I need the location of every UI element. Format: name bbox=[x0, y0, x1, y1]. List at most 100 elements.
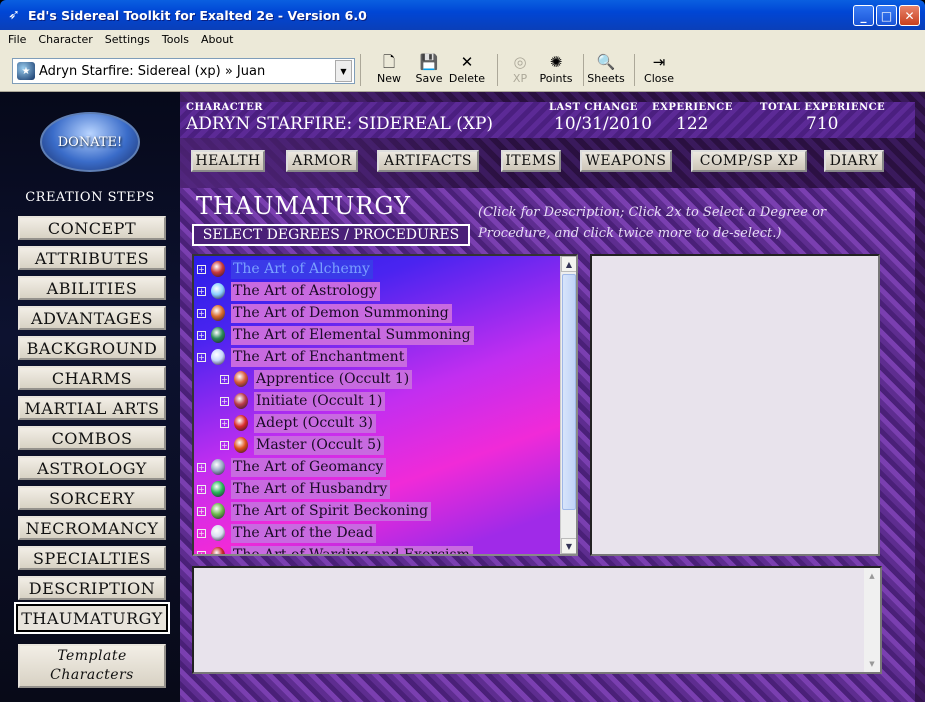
donate-button[interactable]: DONATE! bbox=[40, 112, 140, 172]
tab-artifacts[interactable]: ARTIFACTS bbox=[377, 150, 479, 172]
step-martial-arts[interactable]: MARTIAL ARTS bbox=[18, 396, 166, 420]
menu-character[interactable]: Character bbox=[32, 33, 98, 46]
expand-icon[interactable]: + bbox=[197, 330, 206, 340]
tree-item[interactable]: + The Art of the Dead bbox=[197, 522, 377, 544]
xp-button[interactable]: ◎ XP bbox=[502, 52, 538, 88]
expand-icon[interactable]: + bbox=[197, 506, 206, 516]
expand-icon[interactable]: + bbox=[197, 264, 206, 274]
character-name: ADRYN STARFIRE: SIDEREAL (XP) bbox=[186, 114, 494, 134]
close-button[interactable]: ✕ bbox=[899, 5, 920, 26]
scroll-down-icon[interactable]: ▼ bbox=[561, 538, 576, 554]
new-button[interactable]: 🗋 New bbox=[371, 52, 407, 88]
menu-about[interactable]: About bbox=[195, 33, 240, 46]
tree-item[interactable]: + The Art of Warding and Exorcism bbox=[197, 544, 473, 554]
step-charms[interactable]: CHARMS bbox=[18, 366, 166, 390]
select-degrees-button[interactable]: SELECT DEGREES / PROCEDURES bbox=[192, 224, 470, 246]
main-area: DONATE! CREATION STEPS CONCEPT ATTRIBUTES… bbox=[0, 92, 925, 702]
menu-tools[interactable]: Tools bbox=[156, 33, 195, 46]
expand-icon[interactable]: + bbox=[197, 484, 206, 494]
scroll-down-icon[interactable]: ▼ bbox=[865, 657, 879, 671]
step-combos[interactable]: COMBOS bbox=[18, 426, 166, 450]
step-sorcery[interactable]: SORCERY bbox=[18, 486, 166, 510]
tree-content: + The Art of Alchemy + The Art of Astrology… bbox=[194, 256, 562, 554]
step-necromancy[interactable]: NECROMANCY bbox=[18, 516, 166, 540]
step-thaumaturgy[interactable]: THAUMATURGY bbox=[14, 602, 170, 634]
tab-bar: HEALTH ARMOR ARTIFACTS ITEMS WEAPONS COM… bbox=[180, 140, 915, 186]
tab-armor[interactable]: ARMOR bbox=[286, 150, 358, 172]
close-door-icon: ⇥ bbox=[652, 53, 666, 71]
menu-file[interactable]: File bbox=[2, 33, 32, 46]
tree-item[interactable]: + The Art of Spirit Beckoning bbox=[197, 500, 432, 522]
expand-icon[interactable]: + bbox=[197, 308, 206, 318]
maximize-button[interactable]: □ bbox=[876, 5, 897, 26]
expand-icon[interactable]: + bbox=[197, 550, 206, 554]
chevron-down-icon[interactable]: ▼ bbox=[335, 60, 352, 82]
toolbar-button-label: Points bbox=[539, 72, 573, 85]
expand-icon[interactable]: + bbox=[220, 374, 229, 384]
tab-health[interactable]: HEALTH bbox=[191, 150, 265, 172]
tree-subitem[interactable]: + Adept (Occult 3) bbox=[220, 412, 376, 434]
gem-icon bbox=[211, 525, 225, 541]
notes-textarea[interactable]: ▲ ▼ bbox=[192, 566, 882, 674]
menu-settings[interactable]: Settings bbox=[99, 33, 156, 46]
character-select[interactable]: ★ Adryn Starfire: Sidereal (xp) » Juan ▼ bbox=[12, 58, 355, 84]
toolbar: ★ Adryn Starfire: Sidereal (xp) » Juan ▼… bbox=[0, 48, 925, 92]
gem-icon bbox=[211, 349, 225, 365]
template-label-line2: Characters bbox=[50, 667, 134, 683]
expand-icon[interactable]: + bbox=[197, 286, 206, 296]
expand-icon[interactable]: + bbox=[197, 352, 206, 362]
thaumaturgy-tree[interactable]: + The Art of Alchemy + The Art of Astrology… bbox=[192, 254, 578, 556]
experience-label: EXPERIENCE bbox=[652, 102, 733, 113]
tree-item[interactable]: + The Art of Geomancy bbox=[197, 456, 387, 478]
tree-item[interactable]: + The Art of Astrology bbox=[197, 280, 380, 302]
step-abilities[interactable]: ABILITIES bbox=[18, 276, 166, 300]
title-bar: ➶ Ed's Sidereal Toolkit for Exalted 2e -… bbox=[0, 0, 925, 30]
expand-icon[interactable]: + bbox=[220, 418, 229, 428]
scroll-up-icon[interactable]: ▲ bbox=[865, 569, 879, 583]
close-button[interactable]: ⇥ Close bbox=[641, 52, 677, 88]
tree-item[interactable]: + The Art of Alchemy bbox=[197, 258, 373, 280]
tab-diary[interactable]: DIARY bbox=[824, 150, 884, 172]
notes-scrollbar[interactable]: ▲ ▼ bbox=[864, 568, 880, 672]
step-description[interactable]: DESCRIPTION bbox=[18, 576, 166, 600]
tree-scrollbar[interactable]: ▲ ▼ bbox=[560, 256, 576, 554]
last-change-label: LAST CHANGE bbox=[549, 102, 638, 113]
scroll-up-icon[interactable]: ▲ bbox=[561, 256, 576, 272]
toolbar-button-label: XP bbox=[512, 72, 528, 85]
tab-items[interactable]: ITEMS bbox=[501, 150, 561, 172]
experience-value: 122 bbox=[676, 114, 709, 134]
gem-icon bbox=[211, 503, 225, 519]
template-characters-button[interactable]: Template Characters bbox=[18, 644, 166, 688]
expand-icon[interactable]: + bbox=[220, 396, 229, 406]
tree-item-label: The Art of Spirit Beckoning bbox=[231, 501, 432, 521]
step-specialties[interactable]: SPECIALTIES bbox=[18, 546, 166, 570]
step-concept[interactable]: CONCEPT bbox=[18, 216, 166, 240]
tree-subitem[interactable]: + Initiate (Occult 1) bbox=[220, 390, 386, 412]
tree-item[interactable]: + The Art of Demon Summoning bbox=[197, 302, 452, 324]
tree-item-label: The Art of the Dead bbox=[231, 523, 377, 543]
tree-item[interactable]: + The Art of Husbandry bbox=[197, 478, 391, 500]
expand-icon[interactable]: + bbox=[197, 462, 206, 472]
toolbar-separator bbox=[360, 54, 361, 86]
minimize-button[interactable]: _ bbox=[853, 5, 874, 26]
gem-icon bbox=[234, 393, 248, 409]
tree-item[interactable]: + The Art of Elemental Summoning bbox=[197, 324, 474, 346]
toolbar-button-label: Sheets bbox=[587, 72, 625, 85]
tree-item[interactable]: + The Art of Enchantment bbox=[197, 346, 408, 368]
step-attributes[interactable]: ATTRIBUTES bbox=[18, 246, 166, 270]
points-button[interactable]: ✺ Points bbox=[538, 52, 574, 88]
tree-subitem[interactable]: + Apprentice (Occult 1) bbox=[220, 368, 413, 390]
step-advantages[interactable]: ADVANTAGES bbox=[18, 306, 166, 330]
expand-icon[interactable]: + bbox=[220, 440, 229, 450]
scroll-thumb[interactable] bbox=[562, 274, 576, 510]
tree-subitem[interactable]: + Master (Occult 5) bbox=[220, 434, 385, 456]
delete-button[interactable]: ✕ Delete bbox=[447, 52, 487, 88]
gem-icon bbox=[234, 437, 248, 453]
save-button[interactable]: 💾 Save bbox=[411, 52, 447, 88]
step-astrology[interactable]: ASTROLOGY bbox=[18, 456, 166, 480]
tab-comp-sp-xp[interactable]: COMP/SP XP bbox=[691, 150, 807, 172]
tab-weapons[interactable]: WEAPONS bbox=[580, 150, 672, 172]
step-background[interactable]: BACKGROUND bbox=[18, 336, 166, 360]
expand-icon[interactable]: + bbox=[197, 528, 206, 538]
sheets-button[interactable]: 🔍 Sheets bbox=[587, 52, 625, 88]
